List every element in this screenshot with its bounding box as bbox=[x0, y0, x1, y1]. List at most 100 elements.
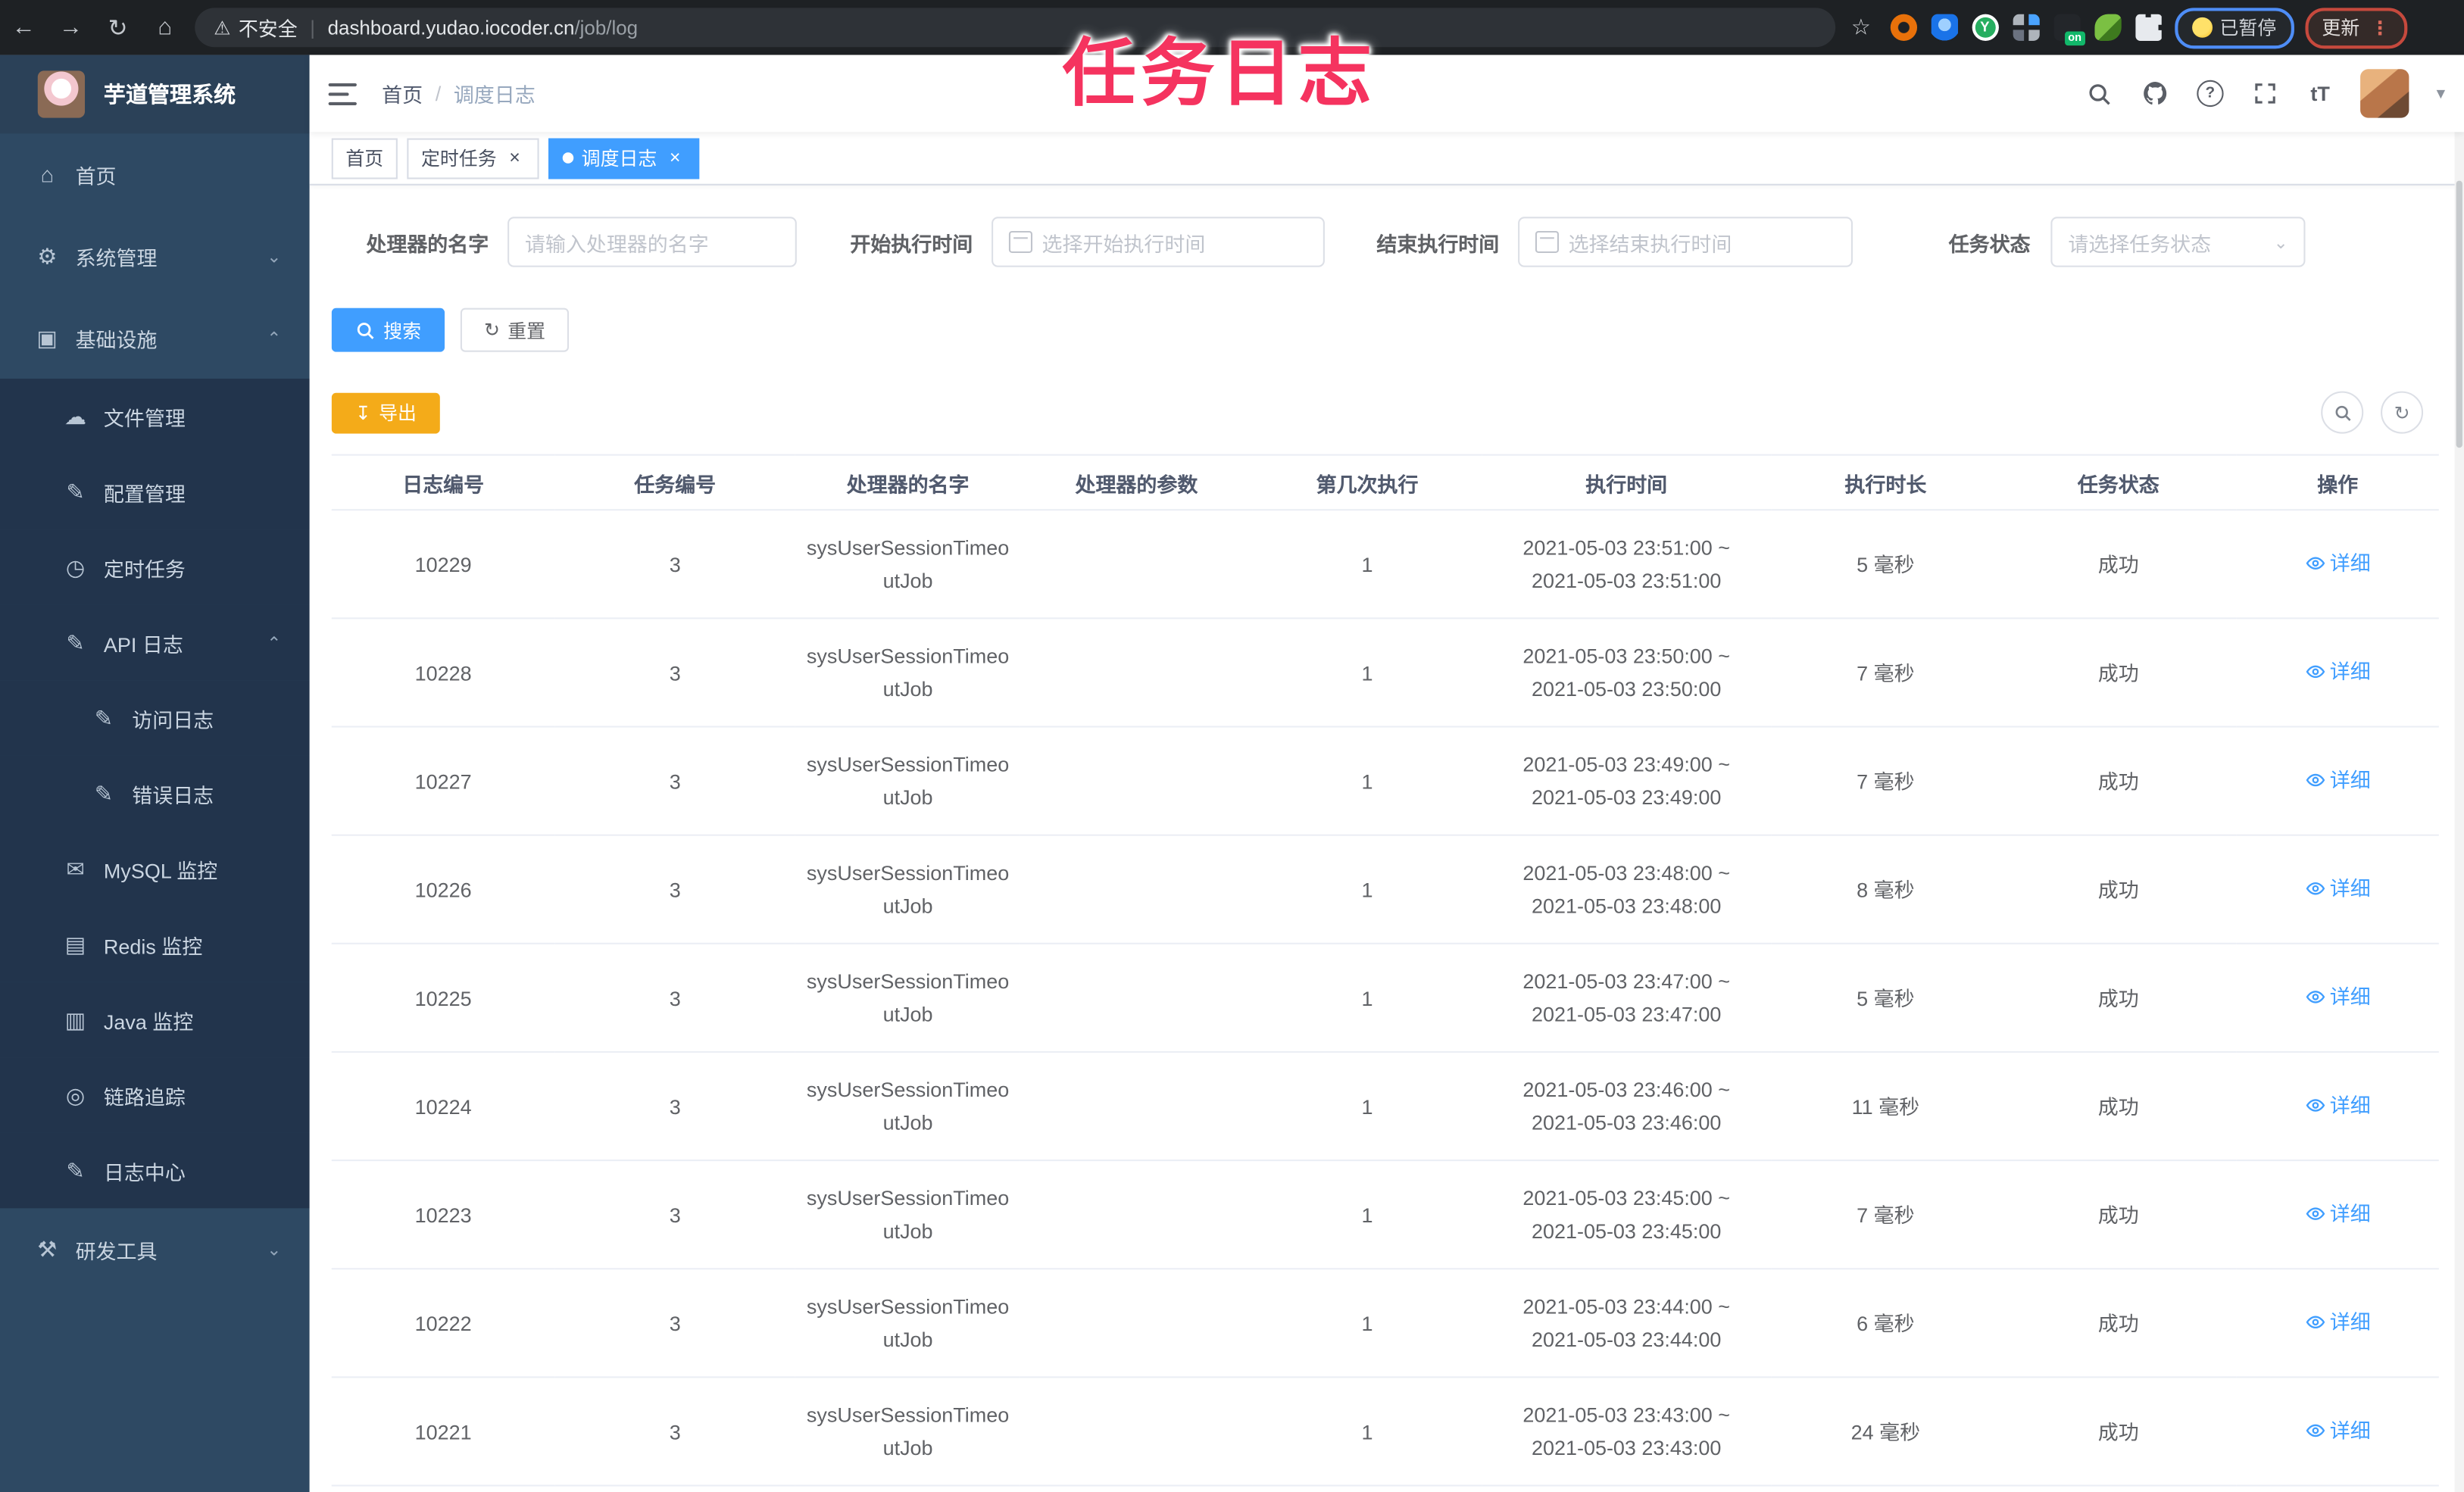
sidebar-item-mysql-monitor[interactable]: ✉ MySQL 监控 bbox=[0, 831, 310, 907]
search-button[interactable]: 搜索 bbox=[331, 307, 445, 352]
detail-link[interactable]: 详细 bbox=[2305, 871, 2371, 904]
sidebar-item-scheduled-tasks[interactable]: ◷ 定时任务 bbox=[0, 529, 310, 605]
orange-extension-icon[interactable] bbox=[1889, 14, 1917, 41]
chevron-down-icon: ⌄ bbox=[267, 1240, 282, 1259]
close-icon[interactable]: × bbox=[504, 148, 525, 168]
download-icon: ↧ bbox=[354, 401, 371, 424]
sidebar-item-home[interactable]: ⌂ 首页 bbox=[0, 133, 310, 215]
cell-status: 成功 bbox=[2000, 726, 2237, 836]
cell-handler-name: sysUserSessionTimeoutJob bbox=[795, 1269, 1021, 1378]
back-icon[interactable]: ← bbox=[0, 14, 47, 41]
sidebar-item-java-monitor[interactable]: ▥ Java 监控 bbox=[0, 982, 310, 1058]
refresh-icon: ↻ bbox=[484, 319, 500, 342]
cell-status: 成功 bbox=[2000, 1485, 2237, 1492]
tab-首页[interactable]: 首页 bbox=[331, 137, 398, 179]
grid-extension-icon[interactable] bbox=[2012, 14, 2039, 41]
sidebar-item-trace[interactable]: ◎ 链路追踪 bbox=[0, 1057, 310, 1133]
scrollbar-thumb[interactable] bbox=[2456, 180, 2462, 448]
status-select[interactable]: 请选择任务状态 ⌄ bbox=[2050, 217, 2306, 267]
sidebar-item-access-logs[interactable]: ✎ 访问日志 bbox=[0, 680, 310, 756]
address-bar[interactable]: ⚠ 不安全 | dashboard.yudao.iocoder.cn/job/l… bbox=[195, 8, 1836, 48]
hamburger-icon[interactable] bbox=[328, 82, 357, 105]
puzzle-extensions-icon[interactable] bbox=[2135, 14, 2162, 41]
detail-link[interactable]: 详细 bbox=[2305, 546, 2371, 579]
watermark-annotation: 任务日志 bbox=[1062, 31, 1377, 115]
chevron-up-icon: ⌃ bbox=[267, 329, 282, 348]
cell-duration: 24 毫秒 bbox=[1770, 1377, 2000, 1487]
cell-duration: 6 毫秒 bbox=[1770, 1485, 2000, 1492]
cell-status: 成功 bbox=[2000, 1051, 2237, 1162]
cell-actions: 详细 bbox=[2236, 835, 2439, 944]
eye-icon bbox=[2305, 1423, 2325, 1437]
green-y-extension-icon[interactable] bbox=[1971, 14, 1999, 41]
caret-down-icon[interactable]: ▾ bbox=[2437, 83, 2445, 104]
cell-execute-time: 2021-05-03 23:45:00 ~ 2021-05-03 23:45:0… bbox=[1482, 1160, 1771, 1270]
sidebar-item-log-center[interactable]: ✎ 日志中心 bbox=[0, 1132, 310, 1209]
detail-link[interactable]: 详细 bbox=[2305, 1088, 2371, 1122]
font-size-icon[interactable]: tT bbox=[2306, 80, 2334, 108]
tab-调度日志[interactable]: 调度日志 × bbox=[548, 137, 700, 179]
export-button[interactable]: ↧ 导出 bbox=[331, 392, 441, 433]
cell-execute-time: 2021-05-03 23:49:00 ~ 2021-05-03 23:49:0… bbox=[1482, 726, 1771, 836]
on-badge-extension-icon[interactable] bbox=[2053, 14, 2085, 46]
show-search-button[interactable] bbox=[2321, 391, 2364, 434]
tags-view: 首页 定时任务 × 调度日志 × bbox=[309, 132, 2464, 186]
sidebar-item-system-management[interactable]: ⚙ 系统管理 ⌄ bbox=[0, 215, 310, 297]
search-icon[interactable] bbox=[2086, 80, 2114, 108]
breadcrumb-root[interactable]: 首页 bbox=[382, 79, 423, 108]
help-icon[interactable]: ? bbox=[2196, 80, 2224, 108]
cell-log-id: 10228 bbox=[331, 618, 555, 728]
forward-icon[interactable]: → bbox=[47, 14, 94, 41]
cell-execute-index: 1 bbox=[1252, 1485, 1482, 1492]
cell-duration: 6 毫秒 bbox=[1770, 1269, 2000, 1378]
paused-pill[interactable]: 已暂停 bbox=[2174, 7, 2294, 48]
close-icon[interactable]: × bbox=[665, 148, 685, 168]
detail-link[interactable]: 详细 bbox=[2305, 1197, 2371, 1230]
detail-link[interactable]: 详细 bbox=[2305, 1305, 2371, 1338]
end-time-picker[interactable]: 选择结束执行时间 bbox=[1518, 217, 1853, 267]
sidebar-item-config-management[interactable]: ✎ 配置管理 bbox=[0, 454, 310, 530]
chevron-up-icon: ⌃ bbox=[267, 634, 282, 654]
eye-icon bbox=[2305, 664, 2325, 678]
active-dot-icon bbox=[562, 152, 574, 164]
cell-log-id: 10227 bbox=[331, 726, 555, 836]
column-header: 操作 bbox=[2236, 454, 2439, 511]
cell-actions: 详细 bbox=[2236, 1160, 2439, 1270]
detail-link[interactable]: 详细 bbox=[2305, 654, 2371, 688]
sidebar-item-dev-tools[interactable]: ⚒ 研发工具 ⌄ bbox=[0, 1208, 310, 1290]
tab-定时任务[interactable]: 定时任务 × bbox=[407, 137, 539, 179]
table-row: 10228 3 sysUserSessionTimeoutJob 1 2021-… bbox=[331, 618, 2439, 728]
detail-link[interactable]: 详细 bbox=[2305, 1413, 2371, 1447]
fullscreen-icon[interactable] bbox=[2251, 80, 2279, 108]
browser-menu-icon[interactable]: ⋮ bbox=[2371, 17, 2390, 39]
sidebar-item-error-logs[interactable]: ✎ 错误日志 bbox=[0, 755, 310, 832]
reset-button[interactable]: ↻ 重置 bbox=[460, 307, 570, 352]
handler-name-input[interactable]: 请输入处理器的名字 bbox=[507, 217, 797, 267]
eye-icon bbox=[2305, 1206, 2325, 1219]
sidebar-item-file-management[interactable]: ☁ 文件管理 bbox=[0, 378, 310, 454]
cell-handler-param bbox=[1020, 726, 1253, 836]
start-time-picker[interactable]: 选择开始执行时间 bbox=[992, 217, 1325, 267]
bookmark-star-icon[interactable]: ☆ bbox=[1851, 14, 1871, 41]
home-icon[interactable]: ⌂ bbox=[142, 14, 189, 41]
blue-drop-extension-icon[interactable] bbox=[1930, 14, 1958, 41]
sidebar-logo-row[interactable]: 芋道管理系统 bbox=[0, 55, 310, 134]
update-button[interactable]: 更新 ⋮ bbox=[2304, 7, 2407, 48]
eye-icon bbox=[2305, 773, 2325, 786]
refresh-table-button[interactable]: ↻ bbox=[2381, 391, 2424, 434]
sidebar-item-redis-monitor[interactable]: ▤ Redis 监控 bbox=[0, 907, 310, 982]
avatar[interactable] bbox=[2361, 69, 2410, 118]
cell-log-id: 10220 bbox=[331, 1485, 555, 1492]
github-icon[interactable] bbox=[2141, 80, 2169, 108]
page-scrollbar[interactable] bbox=[2454, 55, 2464, 1492]
detail-link[interactable]: 详细 bbox=[2305, 763, 2371, 796]
cell-execute-time: 2021-05-03 23:51:00 ~ 2021-05-03 23:51:0… bbox=[1482, 510, 1771, 620]
sidebar-item-infrastructure[interactable]: ▣ 基础设施 ⌃ bbox=[0, 297, 310, 379]
cell-actions: 详细 bbox=[2236, 1269, 2439, 1378]
detail-link[interactable]: 详细 bbox=[2305, 980, 2371, 1013]
column-header: 任务编号 bbox=[554, 454, 795, 511]
eye-icon: ◎ bbox=[65, 1082, 86, 1107]
leaf-extension-icon[interactable] bbox=[2094, 14, 2121, 41]
reload-icon[interactable]: ↻ bbox=[94, 14, 141, 42]
sidebar-item-api-logs[interactable]: ✎ API 日志 ⌃ bbox=[0, 604, 310, 681]
